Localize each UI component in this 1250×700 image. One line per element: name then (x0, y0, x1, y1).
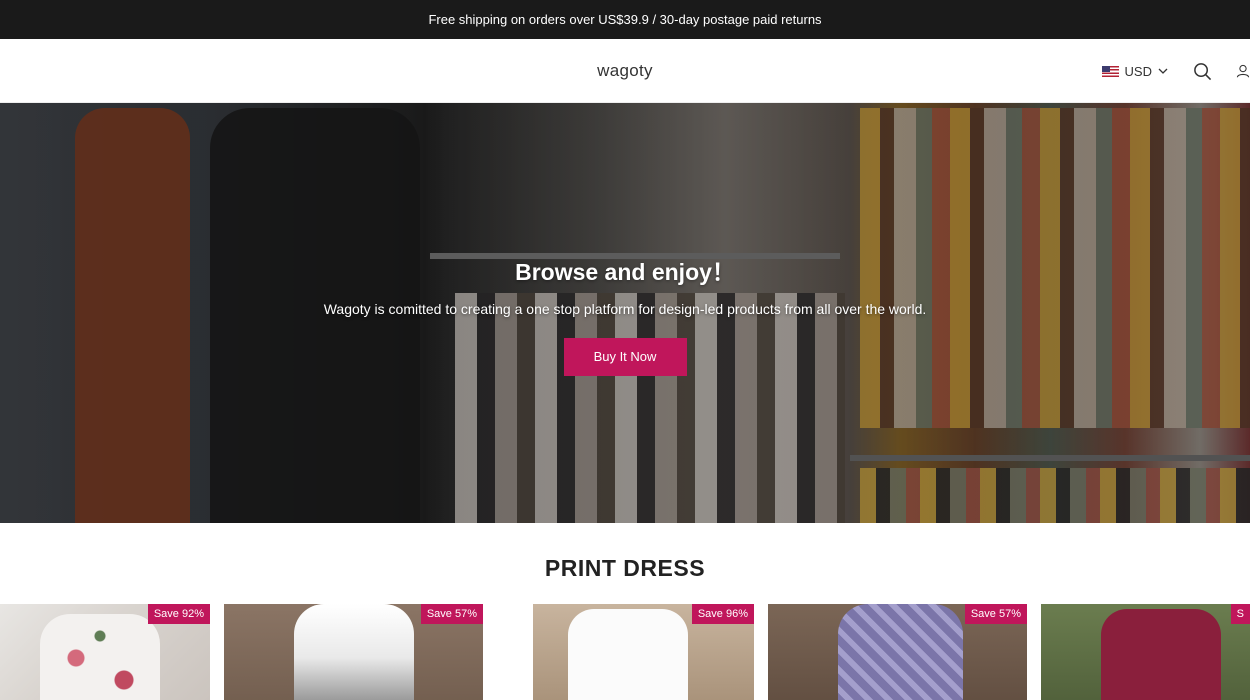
hero-subtitle: Wagoty is comitted to creating a one sto… (323, 301, 927, 317)
hero-title: Browse and enjoy！ (515, 259, 735, 285)
header-actions: USD (1101, 39, 1250, 103)
product-card[interactable]: Save 92% (0, 604, 210, 700)
account-button[interactable] (1236, 61, 1250, 81)
save-badge: Save 57% (964, 604, 1027, 624)
save-badge: Save 57% (420, 604, 483, 624)
product-image (568, 609, 688, 700)
save-badge: Save 92% (147, 604, 210, 624)
product-image (40, 614, 160, 700)
announcement-bar: Free shipping on orders over US$39.9 / 3… (0, 0, 1250, 39)
product-image (294, 604, 414, 700)
hero-banner: Browse and enjoy！ Wagoty is comitted to … (0, 103, 1250, 523)
announcement-text: Free shipping on orders over US$39.9 / 3… (428, 12, 822, 27)
product-card[interactable]: Save 96% (533, 604, 754, 700)
site-logo[interactable]: wagoty (597, 61, 653, 81)
product-card[interactable]: Save 57% (224, 604, 483, 700)
section-title: PRINT DRESS (544, 555, 706, 581)
product-card[interactable]: Save 57% (768, 604, 1027, 700)
search-icon (1193, 62, 1211, 80)
currency-label: USD (1124, 63, 1152, 79)
us-flag-icon (1101, 65, 1119, 77)
save-badge: Save 96% (691, 604, 754, 624)
product-card[interactable]: S (1041, 604, 1250, 700)
search-button[interactable] (1192, 61, 1212, 81)
product-row: Save 92% Save 57% Save 96% Save 57% S (0, 604, 1250, 700)
hero-content: Browse and enjoy！ Wagoty is comitted to … (0, 253, 1250, 376)
user-icon (1236, 64, 1250, 78)
product-image (1101, 609, 1221, 700)
product-image (838, 604, 963, 700)
site-header: wagoty USD (0, 39, 1250, 103)
chevron-down-icon (1158, 68, 1168, 74)
buy-it-now-button[interactable]: Buy It Now (563, 338, 687, 376)
currency-selector[interactable]: USD (1101, 63, 1168, 79)
save-badge: S (1230, 604, 1250, 624)
